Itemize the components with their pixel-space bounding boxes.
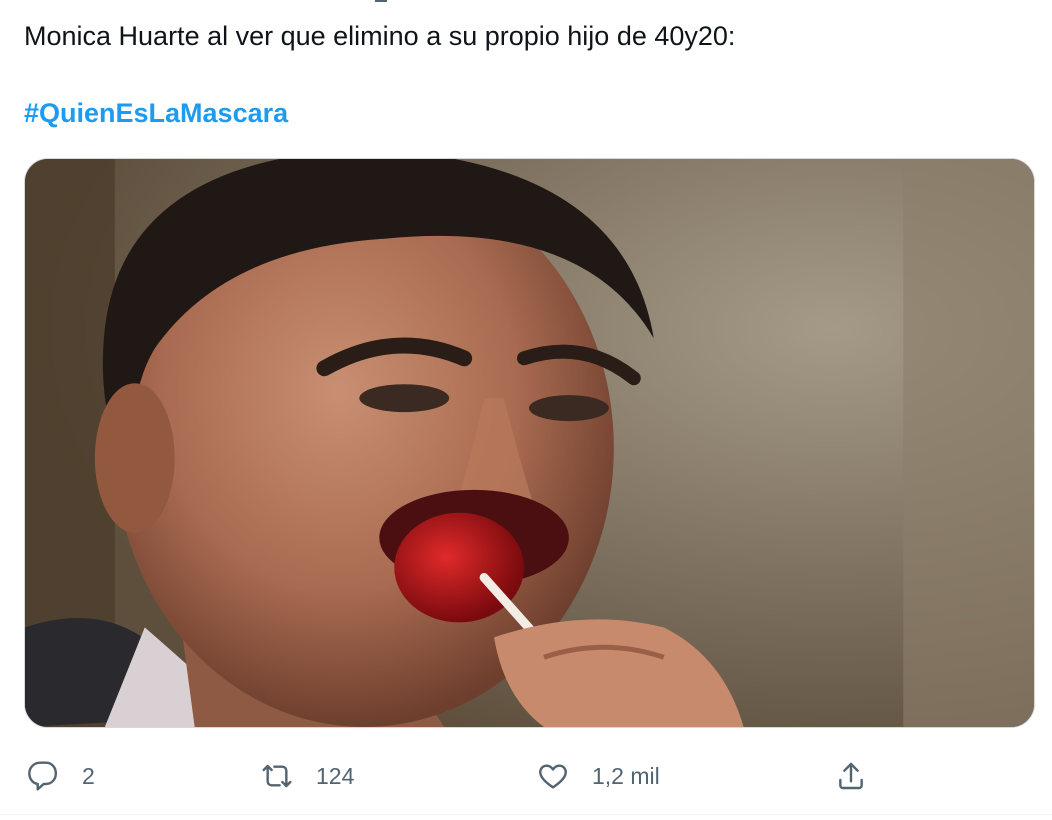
share-icon xyxy=(834,759,868,793)
reply-button[interactable]: 2 xyxy=(26,748,95,804)
top-divider-mark xyxy=(375,0,387,2)
retweet-button[interactable]: 124 xyxy=(260,748,354,804)
reply-count: 2 xyxy=(82,762,95,789)
heart-icon xyxy=(536,759,570,793)
tweet-actions: 2 124 1,2 mil xyxy=(0,748,1052,804)
like-count: 1,2 mil xyxy=(592,762,660,789)
reply-icon xyxy=(26,759,60,793)
bottom-divider xyxy=(0,814,1052,815)
retweet-count: 124 xyxy=(316,762,355,789)
retweet-icon xyxy=(260,759,294,793)
tweet-text: Monica Huarte al ver que elimino a su pr… xyxy=(24,21,736,51)
tweet-media-photo[interactable] xyxy=(24,158,1035,728)
share-button[interactable] xyxy=(834,748,868,804)
meme-photo xyxy=(25,159,1034,727)
hashtag-link[interactable]: #QuienEsLaMascara xyxy=(24,98,288,128)
like-button[interactable]: 1,2 mil xyxy=(536,748,660,804)
tweet: Monica Huarte al ver que elimino a su pr… xyxy=(0,0,1052,820)
hashtag-container: #QuienEsLaMascara xyxy=(24,95,288,131)
